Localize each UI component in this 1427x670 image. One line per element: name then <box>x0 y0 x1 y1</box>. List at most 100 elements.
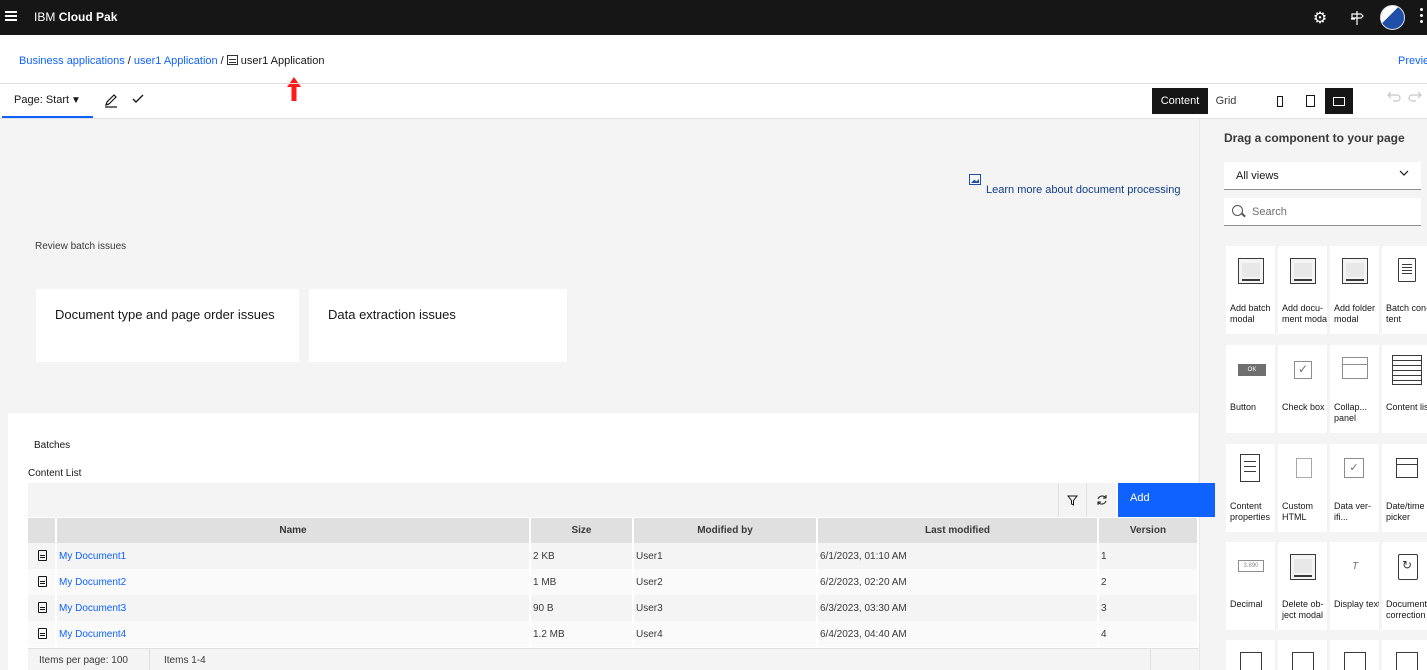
undo-icon[interactable] <box>1386 89 1402 103</box>
component-decimal[interactable]: 3.890 Decimal <box>1226 542 1275 630</box>
add-button[interactable]: Add <box>1118 483 1215 517</box>
tab-grid[interactable]: Grid <box>1208 88 1244 114</box>
column-header-size[interactable]: Size <box>530 518 634 543</box>
component-partial[interactable] <box>1382 640 1427 670</box>
component-content-list[interactable]: Content list <box>1382 345 1427 433</box>
component-data-verification[interactable]: ✓ Data ver-ifi... <box>1330 444 1379 532</box>
column-header-name[interactable]: Name <box>56 518 531 543</box>
component-add-folder-modal[interactable]: Add folder modal <box>1330 246 1379 334</box>
component-label: Batch con-tent <box>1386 303 1427 324</box>
learn-more-link[interactable]: Learn more about document processing <box>986 184 1180 196</box>
tile-document-type-issues[interactable]: Document type and page order issues <box>36 289 299 362</box>
component-date-time-picker[interactable]: Date/time picker <box>1382 444 1427 532</box>
pagination-bar: Items per page: 100 Items 1-4 <box>28 648 1198 670</box>
preview-link[interactable]: Previe <box>1398 55 1427 67</box>
items-per-page[interactable]: Items per page: 100 <box>39 655 128 666</box>
tab-content[interactable]: Content <box>1152 88 1208 114</box>
page-selector[interactable]: Page: Start ▼ <box>2 86 93 118</box>
breadcrumb-user1-application[interactable]: user1 Application <box>134 55 218 67</box>
top-bar: IBM Cloud Pak ⚙ <box>0 0 1427 35</box>
overflow-menu-icon[interactable] <box>1418 8 1424 26</box>
cell-size: 1.2 MB <box>530 621 634 647</box>
document-link[interactable]: My Document1 <box>59 551 126 562</box>
table-row[interactable]: My Document1 2 KB User1 6/1/2023, 01:10 … <box>28 543 1199 569</box>
component-display-text[interactable]: T Display text <box>1330 542 1379 630</box>
component-add-batch-modal[interactable]: Add batch modal <box>1226 246 1275 334</box>
tablet-icon[interactable] <box>1296 88 1324 114</box>
document-icon <box>1240 652 1262 670</box>
cell-last-modified: 6/2/2023, 02:20 AM <box>817 569 1099 595</box>
chevron-down-icon: ▼ <box>71 95 81 106</box>
settings-icon[interactable]: ⚙ <box>1310 8 1330 28</box>
component-label: Add folder modal <box>1334 303 1376 324</box>
document-link[interactable]: My Document4 <box>59 629 126 640</box>
menu-icon[interactable] <box>5 11 17 21</box>
component-delete-object-modal[interactable]: Delete ob-ject modal <box>1278 542 1327 630</box>
component-document-correction[interactable]: Document correction <box>1382 542 1427 630</box>
palette-search <box>1224 198 1421 226</box>
desktop-icon[interactable] <box>1325 88 1353 114</box>
cell-size: 1 MB <box>530 569 634 595</box>
tile-data-extraction-issues[interactable]: Data extraction issues <box>309 289 567 362</box>
component-label: Display text <box>1334 599 1379 609</box>
table-header-row: Name Size Modified by Last modified Vers… <box>28 518 1199 543</box>
component-label: Collap... panel <box>1334 402 1368 423</box>
cell-last-modified: 6/3/2023, 03:30 AM <box>817 595 1099 621</box>
component-button[interactable]: OK Button <box>1226 345 1275 433</box>
brand-name: IBM Cloud Pak <box>34 10 118 24</box>
edit-icon[interactable] <box>103 92 119 108</box>
component-partial[interactable] <box>1330 640 1379 670</box>
component-content-properties[interactable]: Content properties <box>1226 444 1275 532</box>
content-list-toolbar <box>28 483 1116 517</box>
image-icon <box>969 174 981 185</box>
search-input[interactable] <box>1252 204 1412 220</box>
component-partial[interactable] <box>1278 640 1327 670</box>
document-icon <box>28 595 57 621</box>
table-icon <box>226 55 238 65</box>
palette-title: Drag a component to your page <box>1224 131 1405 145</box>
cell-last-modified: 6/4/2023, 04:40 AM <box>817 621 1099 647</box>
component-label: Add docu-ment modal <box>1282 303 1327 324</box>
table-row[interactable]: My Document3 90 B User3 6/3/2023, 03:30 … <box>28 595 1199 621</box>
cell-modified-by: User2 <box>633 569 818 595</box>
cell-version: 4 <box>1098 621 1199 647</box>
avatar[interactable] <box>1380 5 1405 30</box>
document-link[interactable]: My Document2 <box>59 577 126 588</box>
column-header-version[interactable]: Version <box>1098 518 1199 543</box>
cell-version: 1 <box>1098 543 1199 569</box>
cell-modified-by: User4 <box>633 621 818 647</box>
component-check-box[interactable]: ✓ Check box <box>1278 345 1327 433</box>
component-batch-content[interactable]: Batch con-tent <box>1382 246 1427 334</box>
calendar-icon <box>1396 458 1418 478</box>
component-label: Decimal <box>1230 599 1263 609</box>
table-row[interactable]: My Document2 1 MB User2 6/2/2023, 02:20 … <box>28 569 1199 595</box>
column-header-modified-by[interactable]: Modified by <box>633 518 818 543</box>
text-icon: T <box>1351 561 1359 572</box>
component-label: Add batch modal <box>1230 303 1271 324</box>
table-row[interactable]: My Document4 1.2 MB User4 6/4/2023, 04:4… <box>28 621 1199 647</box>
views-dropdown[interactable]: All views <box>1224 162 1421 190</box>
list-icon <box>1392 355 1422 385</box>
phone-icon[interactable] <box>1266 88 1294 114</box>
collapsible-panel-icon <box>1342 357 1368 379</box>
column-header-last-modified[interactable]: Last modified <box>817 518 1099 543</box>
refresh-icon[interactable] <box>1086 483 1116 517</box>
breadcrumb-business-applications[interactable]: Business applications <box>19 55 125 67</box>
redo-icon[interactable] <box>1407 89 1423 103</box>
component-label: Document correction <box>1386 599 1427 620</box>
component-custom-html[interactable]: Custom HTML <box>1278 444 1327 532</box>
document-link[interactable]: My Document3 <box>59 603 126 614</box>
cell-version: 3 <box>1098 595 1199 621</box>
layout-icon <box>1292 652 1314 670</box>
filter-icon[interactable] <box>1058 483 1086 517</box>
component-add-document-modal[interactable]: Add docu-ment modal <box>1278 246 1327 334</box>
cell-size: 2 KB <box>530 543 634 569</box>
divider <box>1150 649 1151 670</box>
component-collapsible-panel[interactable]: Collap... panel <box>1330 345 1379 433</box>
checkmark-icon[interactable] <box>130 91 146 107</box>
content-list-table: Name Size Modified by Last modified Vers… <box>28 518 1199 647</box>
component-partial[interactable] <box>1226 640 1275 670</box>
html-icon <box>1296 458 1312 478</box>
signpost-icon[interactable] <box>1347 8 1367 28</box>
modal-icon <box>1396 652 1418 670</box>
